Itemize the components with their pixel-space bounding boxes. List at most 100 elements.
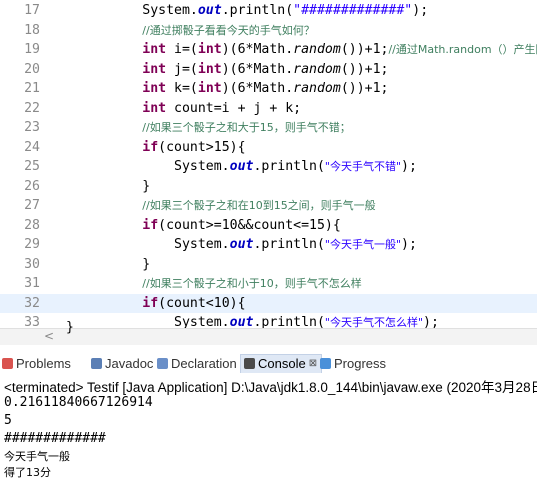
code-line[interactable]: 28 if(count>=10&&count<=15){ [0, 216, 537, 235]
progress-icon [320, 358, 331, 369]
code-token: j=( [166, 61, 198, 77]
code-token: int [197, 42, 222, 57]
code-line[interactable]: 21 int k=(int)(6*Math.random())+1; [0, 79, 537, 98]
tab-label: Console [258, 356, 306, 371]
code-token: //通过掷骰子看看今天的手气如何？ [142, 23, 315, 37]
code-token: count=i + j + k; [166, 100, 302, 116]
code-text: if(count>=10&&count<=15){ [47, 216, 341, 235]
line-number: 17 [24, 3, 40, 18]
code-text: //如果三个骰子之和大于15，则手气不错； [47, 118, 350, 137]
code-text: System.out.println("今天手气不怎么样"); [47, 313, 439, 328]
code-text: if(count<10){ [47, 294, 245, 313]
code-line[interactable]: 32 if(count<10){ [0, 293, 537, 313]
code-token: )(6*Math. [221, 81, 294, 96]
tab-label: Problems [16, 356, 71, 371]
code-line[interactable]: 23 //如果三个骰子之和大于15，则手气不错； [0, 118, 537, 137]
tab-problems[interactable]: Problems [2, 356, 71, 371]
close-icon[interactable]: ⊠ [309, 358, 317, 369]
code-token: k=( [166, 81, 198, 96]
line-number: 28 [24, 217, 40, 233]
declaration-icon [157, 358, 168, 369]
code-token: .println( [253, 237, 325, 252]
code-text: } [47, 177, 150, 196]
code-token: int [142, 42, 167, 57]
line-number: 30 [24, 256, 40, 272]
line-number: 23 [24, 120, 40, 135]
tab-declaration[interactable]: Declaration [157, 356, 237, 371]
code-token: ())+1; [340, 61, 389, 77]
console-output-line: 5 [4, 413, 12, 428]
line-number: 24 [24, 139, 40, 155]
tab-label: Javadoc [105, 356, 154, 371]
line-number: 29 [24, 237, 40, 252]
code-token: out [229, 315, 254, 328]
view-tab-bar: Problems Javadoc Declaration Console ⊠ Progre… [0, 352, 537, 376]
code-token: "今天手气不怎么样" [324, 316, 424, 328]
line-number: 22 [24, 100, 40, 116]
code-text: } [47, 255, 150, 274]
code-token: if [142, 217, 159, 233]
code-editor[interactable]: 17 System.out.println("#############"); 1… [0, 0, 537, 328]
line-number: 19 [24, 42, 40, 57]
code-line[interactable]: 30 } [0, 255, 537, 274]
console-output-line: 得了13分 [4, 466, 51, 479]
code-token: //如果三个骰子之和小于10，则手气不怎么样 [142, 277, 362, 290]
code-token: .println( [221, 3, 294, 18]
scroll-left-icon[interactable]: < [44, 329, 54, 343]
code-token: .println( [253, 159, 325, 174]
console-icon [244, 358, 255, 369]
javadoc-icon [91, 358, 102, 369]
tab-javadoc[interactable]: Javadoc [91, 356, 153, 371]
code-line[interactable]: 24 if(count>15){ [0, 138, 537, 157]
trailing-brace: } [66, 320, 74, 335]
line-number: 32 [24, 295, 40, 311]
code-text: int count=i + j + k; [47, 99, 301, 118]
code-line[interactable]: 33 System.out.println("今天手气不怎么样"); [0, 313, 537, 328]
code-line[interactable]: 25 System.out.println("今天手气不错"); [0, 157, 537, 176]
code-text: //通过掷骰子看看今天的手气如何？ [47, 21, 315, 40]
code-text: System.out.println("#############"); [47, 1, 428, 20]
code-line[interactable]: 27 //如果三个骰子之和在10到15之间，则手气一般 [0, 196, 537, 215]
console-panel: <terminated> Testif [Java Application] D… [0, 376, 537, 479]
code-token: int [197, 81, 222, 96]
code-token: int [142, 61, 167, 77]
tab-console[interactable]: Console ⊠ [240, 354, 323, 373]
code-line[interactable]: 19 int i=(int)(6*Math.random())+1;//通过Ma… [0, 40, 537, 59]
horizontal-scrollbar[interactable]: < } [0, 320, 537, 345]
tab-label: Declaration [171, 356, 237, 371]
code-token: out [229, 159, 254, 174]
code-line[interactable]: 20 int j=(int)(6*Math.random())+1; [0, 60, 537, 79]
code-token: "今天手气不错" [324, 160, 402, 173]
code-line[interactable]: 22 int count=i + j + k; [0, 99, 537, 118]
code-line[interactable]: 18 //通过掷骰子看看今天的手气如何？ [0, 21, 537, 40]
code-token: ); [401, 159, 417, 174]
code-token: out [229, 237, 254, 252]
code-text: int j=(int)(6*Math.random())+1; [47, 60, 388, 79]
code-token: //通过Math.random（）产生随机数 [388, 43, 537, 56]
console-output-line: 今天手气一般 [4, 450, 70, 463]
line-number: 21 [24, 81, 40, 96]
console-output-line: 0.21611840667126914 [4, 395, 153, 410]
code-token: ())+1; [340, 42, 389, 57]
code-token: "#############" [293, 3, 413, 18]
code-token: "今天手气一般" [324, 238, 402, 251]
line-number: 18 [24, 22, 40, 38]
code-line[interactable]: 29 System.out.println("今天手气一般"); [0, 235, 537, 254]
code-token: ); [401, 237, 417, 252]
code-token: random [293, 81, 341, 96]
code-line[interactable]: 26 } [0, 177, 537, 196]
tab-progress[interactable]: Progress [320, 356, 386, 371]
line-number: 20 [24, 61, 40, 77]
tab-label: Progress [334, 356, 387, 371]
code-token: )(6*Math. [221, 42, 294, 57]
code-line[interactable]: 31 //如果三个骰子之和小于10，则手气不怎么样 [0, 274, 537, 293]
code-token: if [142, 139, 159, 155]
code-line[interactable]: 17 System.out.println("#############"); [0, 1, 537, 20]
code-token: ())+1; [340, 81, 389, 96]
